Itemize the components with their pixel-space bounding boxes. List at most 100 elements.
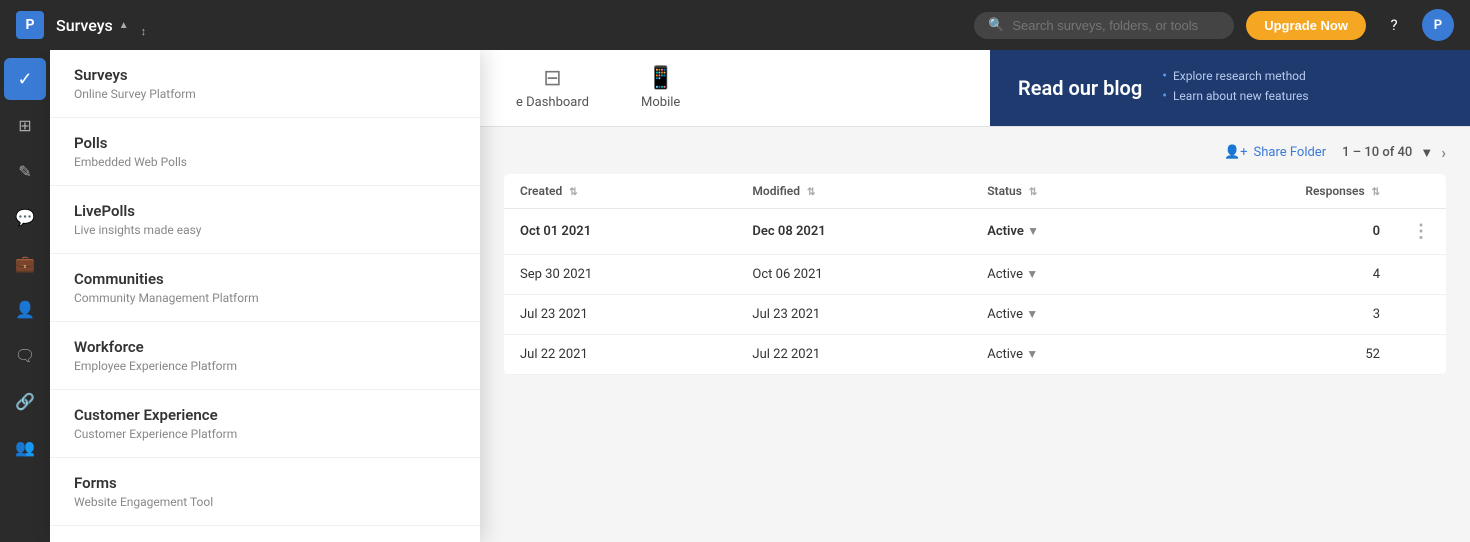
menu-item-surveys[interactable]: Surveys Online Survey Platform — [50, 50, 480, 118]
user-avatar[interactable]: P — [1422, 9, 1454, 41]
pagination-range: 1 – 10 of 40 — [1342, 145, 1412, 160]
content-area: ⊟ e Dashboard 📱 Mobile Read our blog Exp… — [480, 50, 1470, 542]
cell-status-0: Active ▼ — [971, 209, 1158, 255]
table-section: 👤+ Share Folder 1 – 10 of 40 ▼ › Created… — [480, 127, 1470, 542]
status-dropdown-1[interactable]: ▼ — [1026, 267, 1038, 281]
status-label-2: Active — [987, 307, 1023, 322]
menu-item-communities-title: Communities — [74, 270, 456, 288]
help-button[interactable]: ? — [1378, 9, 1410, 41]
status-dropdown-3[interactable]: ▼ — [1026, 347, 1038, 361]
menu-item-cx-sub: Customer Experience Platform — [74, 427, 456, 441]
status-label-3: Active — [987, 347, 1023, 362]
menu-item-polls[interactable]: Polls Embedded Web Polls — [50, 118, 480, 186]
main-area: ✓ ⊞ ✎ 💬 💼 👤 🗨 🔗 👥 Surveys Online S — [0, 50, 1470, 542]
cursor-indicator: ↕ — [141, 25, 147, 38]
table-row: Jul 23 2021 Jul 23 2021 Active ▼ 3 — [504, 295, 1446, 335]
table-row: Sep 30 2021 Oct 06 2021 Active ▼ 4 — [504, 255, 1446, 295]
menu-item-assessments[interactable]: Assessments Vendor Risk Management — [50, 526, 480, 542]
sidebar-item-edit[interactable]: ✎ — [4, 150, 46, 192]
menu-item-polls-title: Polls — [74, 134, 456, 152]
blog-title: Read our blog — [1018, 76, 1142, 100]
sort-icon-modified: ⇅ — [807, 187, 815, 198]
top-section: ⊟ e Dashboard 📱 Mobile Read our blog Exp… — [480, 50, 1470, 127]
menu-item-workforce[interactable]: Workforce Employee Experience Platform — [50, 322, 480, 390]
cell-modified-1: Oct 06 2021 — [736, 255, 971, 295]
col-created[interactable]: Created ⇅ — [504, 174, 736, 209]
sidebar-item-chat[interactable]: 💬 — [4, 196, 46, 238]
cell-responses-2: 3 — [1158, 295, 1396, 335]
tab-dashboard-label: e Dashboard — [516, 95, 589, 110]
sidebar-item-surveys[interactable]: ✓ — [4, 58, 46, 100]
blog-bullet-2: Learn about new features — [1162, 88, 1308, 104]
upgrade-button[interactable]: Upgrade Now — [1246, 11, 1366, 40]
topbar: P Surveys ▲ ↕ 🔍 Upgrade Now ? P — [0, 0, 1470, 50]
status-dropdown-2[interactable]: ▼ — [1026, 307, 1038, 321]
sidebar-item-person[interactable]: 👤 — [4, 288, 46, 330]
logo-text: P — [25, 17, 34, 33]
col-status[interactable]: Status ⇅ — [971, 174, 1158, 209]
group-icon: 👥 — [15, 438, 35, 457]
dashboard-icon: ⊟ — [543, 66, 561, 91]
cell-responses-3: 52 — [1158, 335, 1396, 375]
tabs-area: ⊟ e Dashboard 📱 Mobile — [480, 50, 990, 126]
sort-icon-responses: ⇅ — [1372, 187, 1380, 198]
share-folder-button[interactable]: 👤+ Share Folder — [1224, 145, 1326, 160]
person-icon: 👤 — [15, 300, 35, 319]
pagination-next-button[interactable]: › — [1441, 143, 1446, 162]
menu-item-communities-sub: Community Management Platform — [74, 291, 456, 305]
search-input[interactable] — [1012, 18, 1220, 33]
grid-icon: ⊞ — [18, 116, 31, 135]
menu-item-cx[interactable]: Customer Experience Customer Experience … — [50, 390, 480, 458]
menu-item-communities[interactable]: Communities Community Management Platfor… — [50, 254, 480, 322]
status-dropdown-0[interactable]: ▼ — [1027, 224, 1039, 238]
sidebar-item-network[interactable]: 🔗 — [4, 380, 46, 422]
cell-responses-1: 4 — [1158, 255, 1396, 295]
cell-actions-3 — [1396, 335, 1446, 375]
menu-item-livepolls-sub: Live insights made easy — [74, 223, 456, 237]
cell-modified-0: Dec 08 2021 — [736, 209, 971, 255]
search-box[interactable]: 🔍 — [974, 12, 1234, 39]
status-label-0: Active — [987, 224, 1024, 239]
briefcase-icon: 💼 — [15, 254, 35, 273]
sidebar-item-briefcase[interactable]: 💼 — [4, 242, 46, 284]
sidebar-item-message[interactable]: 🗨 — [4, 334, 46, 376]
table-row: Oct 01 2021 Dec 08 2021 Active ▼ 0 ⋮ — [504, 209, 1446, 255]
menu-item-polls-sub: Embedded Web Polls — [74, 155, 456, 169]
sidebar-item-group[interactable]: 👥 — [4, 426, 46, 468]
col-actions — [1396, 174, 1446, 209]
app-title[interactable]: Surveys ▲ — [56, 16, 129, 35]
message-icon: 🗨 — [15, 346, 35, 365]
tab-dashboard[interactable]: ⊟ e Dashboard — [500, 58, 605, 118]
menu-item-cx-title: Customer Experience — [74, 406, 456, 424]
cell-status-3: Active ▼ — [971, 335, 1158, 375]
pagination-dropdown-icon[interactable]: ▼ — [1420, 145, 1433, 161]
app-logo: P — [16, 11, 44, 39]
cell-actions-2 — [1396, 295, 1446, 335]
title-caret-icon: ▲ — [119, 20, 129, 31]
col-modified[interactable]: Modified ⇅ — [736, 174, 971, 209]
edit-icon: ✎ — [18, 162, 31, 181]
menu-item-forms[interactable]: Forms Website Engagement Tool — [50, 458, 480, 526]
network-icon: 🔗 — [15, 392, 35, 411]
menu-item-livepolls[interactable]: LivePolls Live insights made easy — [50, 186, 480, 254]
sidebar-item-grid[interactable]: ⊞ — [4, 104, 46, 146]
blog-banner[interactable]: Read our blog Explore research method Le… — [990, 50, 1470, 126]
tab-mobile[interactable]: 📱 Mobile — [625, 58, 696, 118]
menu-item-forms-title: Forms — [74, 474, 456, 492]
blog-bullet-1: Explore research method — [1162, 68, 1308, 84]
more-icon-0[interactable]: ⋮ — [1412, 221, 1430, 242]
table-header-row: Created ⇅ Modified ⇅ Status ⇅ Response — [504, 174, 1446, 209]
sort-icon-created: ⇅ — [569, 187, 577, 198]
pagination: 1 – 10 of 40 ▼ › — [1342, 143, 1446, 162]
sidebar-icons: ✓ ⊞ ✎ 💬 💼 👤 🗨 🔗 👥 — [0, 50, 50, 542]
blog-bullets: Explore research method Learn about new … — [1162, 68, 1308, 108]
col-responses[interactable]: Responses ⇅ — [1158, 174, 1396, 209]
table-row: Jul 22 2021 Jul 22 2021 Active ▼ 52 — [504, 335, 1446, 375]
share-folder-label: Share Folder — [1254, 145, 1327, 160]
menu-item-livepolls-title: LivePolls — [74, 202, 456, 220]
menu-item-forms-sub: Website Engagement Tool — [74, 495, 456, 509]
cell-actions-0[interactable]: ⋮ — [1396, 209, 1446, 255]
menu-item-surveys-sub: Online Survey Platform — [74, 87, 456, 101]
share-icon: 👤+ — [1224, 145, 1248, 160]
cell-created-0: Oct 01 2021 — [504, 209, 736, 255]
